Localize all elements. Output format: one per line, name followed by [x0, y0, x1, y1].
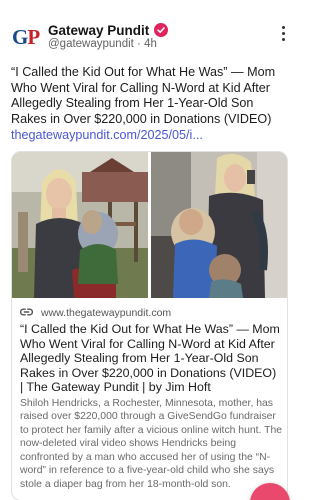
- author-handle[interactable]: @gatewaypundit: [48, 38, 134, 50]
- preview-images: [12, 152, 287, 298]
- preview-image-right[interactable]: [151, 152, 287, 298]
- avatar[interactable]: GP: [12, 22, 42, 52]
- handle-row: @gatewaypundit · 4h: [48, 38, 157, 50]
- separator: ·: [137, 38, 141, 50]
- card-title[interactable]: “I Called the Kid Out for What He Was” —…: [20, 322, 282, 395]
- post-text: “I Called the Kid Out for What He Was” —…: [11, 65, 276, 126]
- verified-badge-icon: [154, 23, 169, 37]
- post-link[interactable]: thegatewaypundit.com/2025/05/i...: [11, 128, 203, 142]
- link-icon: [19, 304, 34, 322]
- card-description: Shiloh Hendricks, a Rochester, Minnesota…: [20, 397, 283, 491]
- avatar-letter-g: G: [12, 25, 28, 49]
- post-card[interactable]: GP Gateway Pundit @gatewaypundit · 4h “I…: [0, 0, 299, 500]
- card-domain: www.thegatewaypundit.com: [41, 307, 172, 319]
- author-row: Gateway Pundit: [48, 21, 169, 39]
- post-time[interactable]: 4h: [144, 38, 157, 50]
- more-vertical-icon[interactable]: [281, 26, 287, 44]
- avatar-letter-p: P: [27, 25, 40, 49]
- preview-image-left[interactable]: [12, 152, 148, 298]
- author-name[interactable]: Gateway Pundit: [48, 23, 149, 38]
- domain-row: www.thegatewaypundit.com: [19, 304, 282, 322]
- card-meta: www.thegatewaypundit.com “I Called the K…: [19, 304, 283, 492]
- link-preview-card[interactable]: www.thegatewaypundit.com “I Called the K…: [11, 151, 288, 500]
